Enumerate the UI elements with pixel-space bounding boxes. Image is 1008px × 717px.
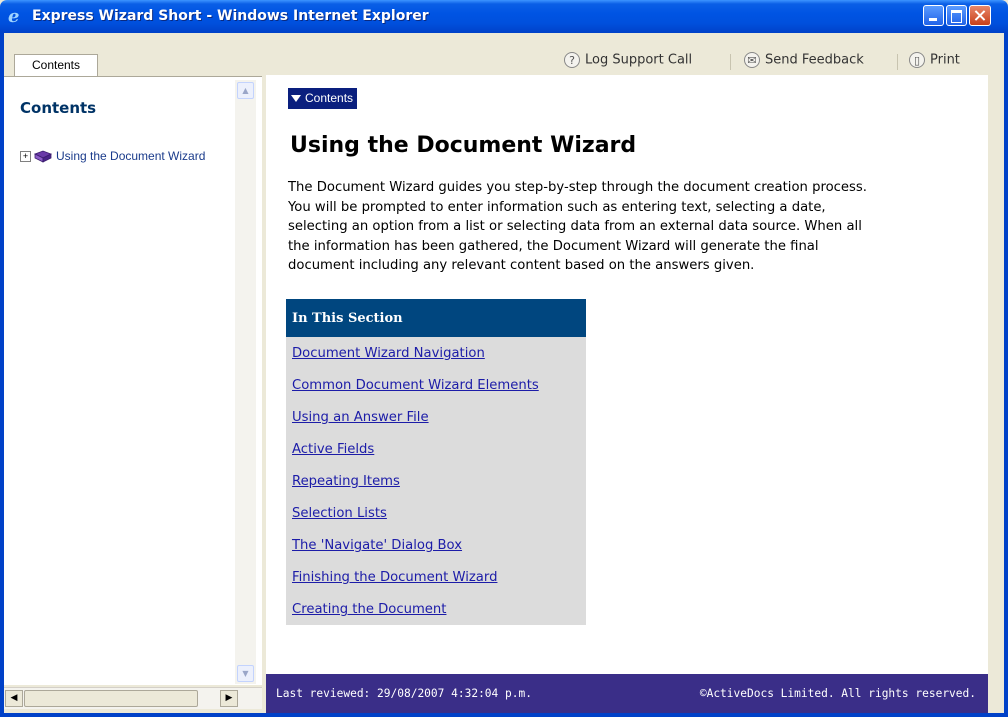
horizontal-scrollbar[interactable]: ◀ ▶: [4, 687, 262, 709]
close-button[interactable]: [969, 5, 991, 26]
link-document-wizard-navigation[interactable]: Document Wizard Navigation: [292, 346, 485, 361]
log-support-call-label: Log Support Call: [585, 52, 693, 68]
help-toolbar: ? Log Support Call ✉ Send Feedback ▯ Print: [266, 45, 988, 75]
link-common-document-wizard-elements[interactable]: Common Document Wizard Elements: [292, 378, 539, 393]
mail-icon: ✉: [744, 52, 760, 68]
scroll-right-button[interactable]: ▶: [220, 690, 238, 707]
page-footer: Last reviewed: 29/08/2007 4:32:04 p.m. ©…: [266, 674, 988, 713]
tab-contents[interactable]: Contents: [14, 54, 98, 76]
intro-line: the information has been gathered, the D…: [288, 238, 819, 254]
link-creating-the-document[interactable]: Creating the Document: [292, 602, 446, 617]
print-icon: ▯: [909, 52, 925, 68]
link-navigate-dialog-box[interactable]: The 'Navigate' Dialog Box: [292, 538, 462, 553]
link-selection-lists[interactable]: Selection Lists: [292, 506, 387, 521]
vertical-scrollbar[interactable]: ▲ ▼: [235, 80, 256, 684]
contents-toggle-label: Contents: [305, 91, 354, 105]
link-finishing-the-document-wizard[interactable]: Finishing the Document Wizard: [292, 570, 497, 585]
window-frame-right: [1004, 33, 1008, 717]
contents-tree-panel: Contents + Using the Document Wizard ▲ ▼: [4, 77, 263, 685]
intro-line: selecting an option from a list or selec…: [288, 219, 862, 234]
scroll-left-button[interactable]: ◀: [5, 690, 23, 707]
contents-toggle-button[interactable]: Contents: [288, 88, 358, 109]
expand-icon[interactable]: +: [20, 151, 31, 163]
minimize-button[interactable]: [923, 5, 944, 26]
print-button[interactable]: ▯ Print: [909, 52, 960, 68]
contents-heading: Contents: [20, 99, 97, 117]
log-support-call-button[interactable]: ? Log Support Call: [564, 52, 692, 68]
link-using-an-answer-file[interactable]: Using an Answer File: [292, 410, 429, 425]
intro-line: You will be prompted to enter informatio…: [288, 199, 826, 215]
window-frame-bottom: [0, 713, 1008, 717]
help-icon: ?: [564, 52, 580, 68]
toolbar-separator: [897, 54, 898, 70]
print-label: Print: [930, 52, 960, 68]
scroll-down-button[interactable]: ▼: [237, 665, 254, 682]
title-bar[interactable]: e Express Wizard Short - Windows Interne…: [0, 0, 1008, 33]
copyright-text: ©ActiveDocs Limited. All rights reserved…: [699, 687, 976, 700]
book-icon: [34, 150, 52, 163]
toolbar-separator: [730, 54, 731, 70]
window-title: Express Wizard Short - Windows Internet …: [32, 8, 429, 24]
last-reviewed-text: Last reviewed: 29/08/2007 4:32:04 p.m.: [276, 687, 532, 700]
in-this-section-heading: In This Section: [286, 299, 586, 337]
send-feedback-button[interactable]: ✉ Send Feedback: [744, 52, 864, 68]
intro-paragraph: The Document Wizard guides you step-by-s…: [288, 178, 968, 276]
triangle-down-icon: [291, 95, 301, 103]
intro-line: document including any relevant content …: [288, 258, 755, 273]
tree-item-label: Using the Document Wizard: [56, 149, 206, 163]
internet-explorer-icon: e: [8, 6, 20, 27]
link-active-fields[interactable]: Active Fields: [292, 442, 374, 457]
scroll-up-button[interactable]: ▲: [237, 82, 254, 99]
maximize-button[interactable]: [946, 5, 967, 26]
right-margin: [988, 45, 1004, 713]
tree-item-using-document-wizard[interactable]: + Using the Document Wizard: [20, 149, 205, 167]
intro-line: The Document Wizard guides you step-by-s…: [288, 180, 867, 195]
page-title: Using the Document Wizard: [290, 133, 637, 158]
navigation-tab-strip: Contents: [4, 45, 264, 77]
link-repeating-items[interactable]: Repeating Items: [292, 474, 400, 489]
horizontal-scroll-thumb[interactable]: [24, 690, 198, 707]
send-feedback-label: Send Feedback: [765, 52, 864, 68]
